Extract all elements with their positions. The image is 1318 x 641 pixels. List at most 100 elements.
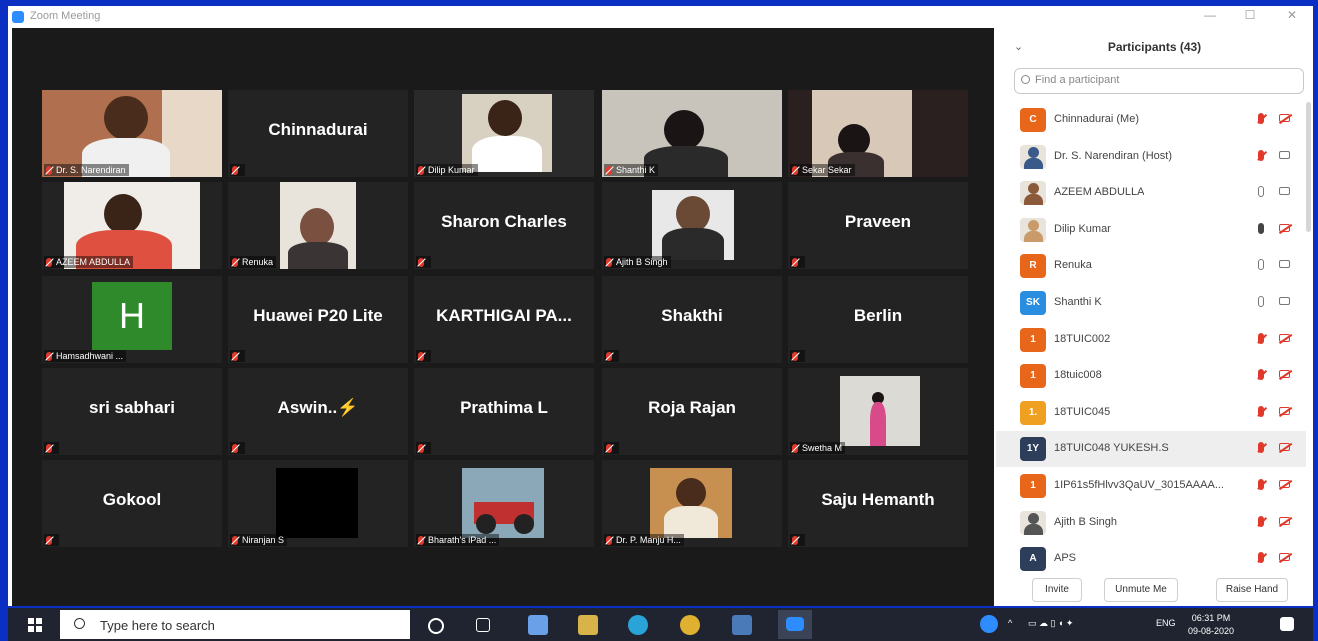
participant-row[interactable]: R Renuka [996, 248, 1306, 284]
muted-mic-icon[interactable] [1258, 552, 1264, 564]
participant-row[interactable]: 1 18TUIC002 [996, 322, 1306, 358]
edge-icon[interactable] [628, 615, 648, 635]
video-tile[interactable]: KARTHIGAI PA... [414, 276, 594, 363]
video-off-icon[interactable] [1279, 516, 1290, 525]
cortana-icon[interactable] [428, 618, 444, 634]
invite-button[interactable]: Invite [1032, 578, 1082, 602]
participant-list-scrollbar[interactable] [1306, 102, 1311, 232]
video-tile[interactable]: Dr. S. Narendiran [42, 90, 222, 177]
muted-mic-icon [606, 257, 612, 267]
participant-display-name: Gokool [102, 490, 162, 509]
video-tile[interactable]: Gokool [42, 460, 222, 547]
participant-row[interactable]: C Chinnadurai (Me) [996, 102, 1306, 138]
video-camera-icon[interactable] [1279, 297, 1290, 305]
video-off-icon[interactable] [1279, 480, 1290, 488]
video-off-icon[interactable] [1279, 223, 1290, 232]
taskbar-clock[interactable]: 06:31 PM 09-08-2020 [1188, 612, 1234, 638]
video-off-icon[interactable] [1279, 114, 1290, 122]
video-tile[interactable]: Bharath's iPad ... [414, 460, 594, 547]
participant-row[interactable]: 1 1IP61s5fHlvv3QaUV_3015AAAA... [996, 468, 1306, 504]
video-tile[interactable]: Shakthi [602, 276, 782, 363]
video-off-icon[interactable] [1279, 406, 1290, 415]
task-view-icon[interactable] [476, 618, 490, 632]
video-tile[interactable]: Sekar Sekar [788, 90, 968, 177]
participant-display-name: Roja Rajan [648, 398, 736, 417]
participant-row[interactable]: SK Shanthi K [996, 285, 1306, 321]
participant-row[interactable]: 1. 18TUIC045 [996, 395, 1306, 431]
minimize-button[interactable]: — [1200, 8, 1220, 22]
tray-chevron-icon[interactable]: ^ [1008, 618, 1012, 628]
video-off-icon[interactable] [1279, 443, 1290, 452]
video-tile[interactable]: Niranjan S [228, 460, 408, 547]
mic-icon[interactable] [1258, 296, 1264, 307]
participant-display-name: Aswin..⚡ [277, 398, 359, 417]
tile-name-tag: Dr. P. Manju H... [604, 534, 684, 546]
video-camera-icon[interactable] [1279, 150, 1290, 159]
muted-mic-icon[interactable] [1258, 442, 1264, 454]
muted-mic-icon[interactable] [1258, 369, 1264, 381]
mic-icon[interactable] [1258, 259, 1264, 271]
muted-mic-icon [792, 165, 798, 175]
video-tile[interactable]: Huawei P20 Lite [228, 276, 408, 363]
tray-status-icons[interactable]: ▭ ☁ ▯ ◖ ✦ [1028, 618, 1073, 629]
video-tile[interactable]: Prathima L [414, 368, 594, 455]
participant-row[interactable]: A APS [996, 541, 1306, 572]
avatar: 1 [1020, 474, 1046, 498]
muted-mic-icon[interactable] [1258, 515, 1264, 527]
video-tile[interactable]: Ajith B Singh [602, 182, 782, 269]
video-tile[interactable]: H Hamsadhwani ... [42, 276, 222, 363]
muted-mic-icon[interactable] [1258, 149, 1264, 161]
zoom-taskbar-item[interactable] [778, 610, 812, 639]
participant-row[interactable]: 1 18tuic008 [996, 358, 1306, 394]
muted-mic-icon[interactable] [1258, 332, 1264, 344]
video-tile[interactable]: Saju Hemanth [788, 460, 968, 547]
search-participant-input[interactable]: Find a participant [1014, 68, 1304, 94]
video-tile[interactable]: Swetha M [788, 368, 968, 455]
video-tile[interactable]: Dilip Kumar [414, 90, 594, 177]
mic-icon[interactable] [1258, 186, 1264, 198]
windows-start-icon[interactable] [28, 618, 42, 632]
chrome-icon[interactable] [680, 615, 700, 635]
video-camera-icon[interactable] [1279, 260, 1290, 269]
video-tile[interactable]: Praveen [788, 182, 968, 269]
mic-icon[interactable] [1258, 222, 1264, 234]
video-feed [476, 514, 496, 534]
video-off-icon[interactable] [1279, 370, 1290, 379]
video-tile[interactable]: Roja Rajan [602, 368, 782, 455]
muted-mic-icon[interactable] [1258, 113, 1264, 124]
video-tile[interactable]: Dr. P. Manju H... [602, 460, 782, 547]
raise-hand-button[interactable]: Raise Hand [1216, 578, 1288, 602]
video-tile[interactable]: Renuka [228, 182, 408, 269]
store-icon[interactable] [528, 615, 548, 635]
video-tile[interactable]: Shanthi K [602, 90, 782, 177]
participant-row[interactable]: Ajith B Singh [996, 505, 1306, 541]
video-tile[interactable]: Aswin..⚡ [228, 368, 408, 455]
maximize-button[interactable]: ☐ [1240, 8, 1260, 22]
zoom-tray-icon[interactable] [980, 615, 998, 633]
video-feed [288, 242, 348, 269]
tile-status [230, 350, 245, 362]
video-tile[interactable]: Berlin [788, 276, 968, 363]
app-icon[interactable] [732, 615, 752, 635]
taskbar-search-box[interactable]: Type here to search [60, 610, 410, 639]
participant-row[interactable]: 1Y 18TUIC048 YUKESH.S [996, 431, 1306, 468]
muted-mic-icon[interactable] [1258, 405, 1264, 417]
video-tile[interactable]: Chinnadurai [228, 90, 408, 177]
video-tile[interactable]: Sharon Charles [414, 182, 594, 269]
notifications-icon[interactable] [1280, 617, 1294, 631]
participant-row[interactable]: AZEEM ABDULLA [996, 175, 1306, 211]
tile-status [230, 164, 245, 176]
unmute-me-button[interactable]: Unmute Me [1104, 578, 1178, 602]
participant-row[interactable]: Dr. S. Narendiran (Host) [996, 139, 1306, 175]
video-tile[interactable]: AZEEM ABDULLA [42, 182, 222, 269]
close-button[interactable]: ✕ [1282, 8, 1302, 22]
participant-row[interactable]: Dilip Kumar [996, 212, 1306, 248]
muted-mic-icon[interactable] [1258, 479, 1264, 490]
language-indicator[interactable]: ENG [1156, 618, 1176, 628]
file-explorer-icon[interactable] [578, 615, 598, 635]
video-camera-icon[interactable] [1279, 187, 1290, 196]
tile-status [416, 256, 431, 268]
video-tile[interactable]: sri sabhari [42, 368, 222, 455]
video-off-icon[interactable] [1279, 333, 1290, 342]
video-off-icon[interactable] [1279, 553, 1290, 562]
